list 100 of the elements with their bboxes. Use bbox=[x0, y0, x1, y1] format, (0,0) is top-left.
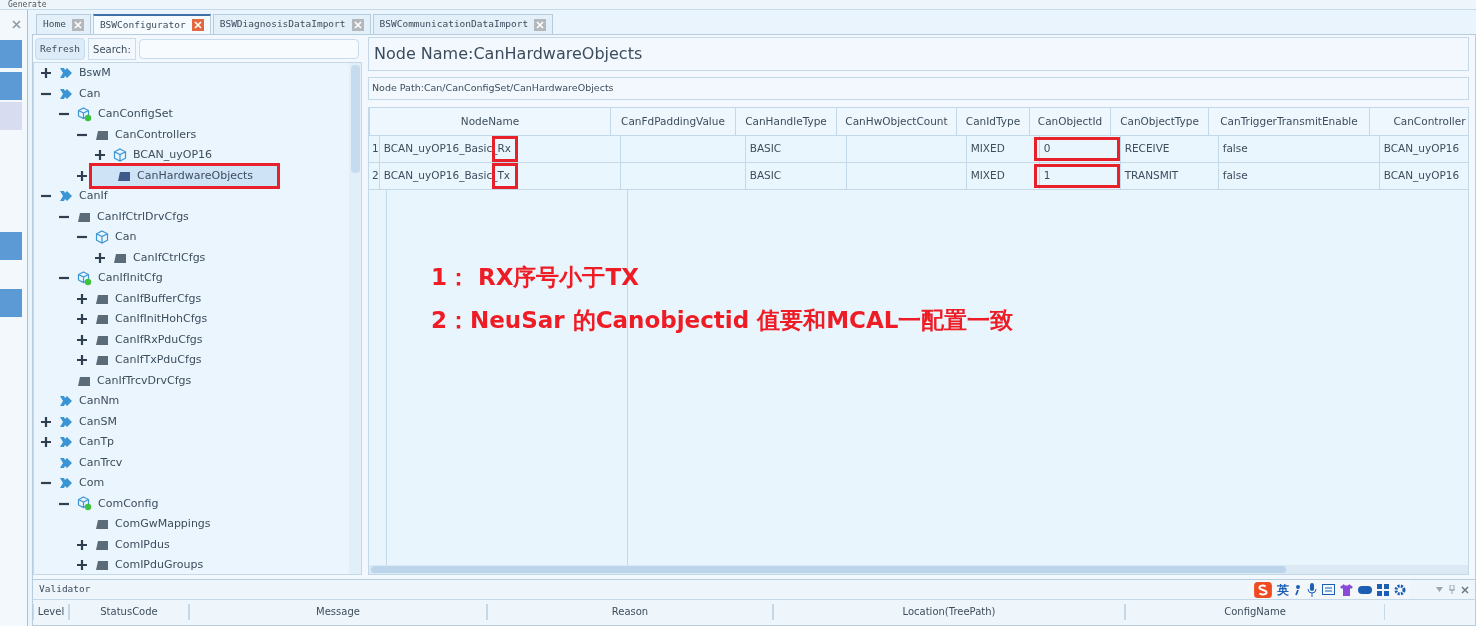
column-header[interactable]: NodeName bbox=[370, 108, 611, 135]
tree-item[interactable]: CanIf bbox=[56, 186, 116, 207]
tree-item[interactable]: CanIfTxPduCfgs bbox=[92, 350, 210, 371]
expand-icon[interactable] bbox=[77, 293, 87, 304]
scrollbar-thumb[interactable] bbox=[350, 65, 360, 173]
tree-item[interactable]: CanSM bbox=[56, 411, 125, 432]
tree-item[interactable]: ComConfig bbox=[74, 493, 167, 514]
table-cell: false bbox=[1222, 141, 1248, 157]
cube-check-icon bbox=[77, 270, 92, 286]
input-mode-label[interactable]: 英 bbox=[1277, 580, 1289, 599]
folder-icon bbox=[113, 251, 127, 264]
tree-item[interactable]: CanNm bbox=[56, 391, 128, 412]
tree-item[interactable]: CanHardwareObjects bbox=[92, 165, 277, 186]
close-icon[interactable] bbox=[1461, 585, 1469, 594]
tree-item[interactable]: Can bbox=[56, 83, 109, 104]
keyboard-icon[interactable] bbox=[1322, 584, 1335, 595]
column-header[interactable]: ConfigName bbox=[1125, 604, 1385, 620]
folder-icon bbox=[95, 518, 109, 531]
tree-item[interactable]: Com bbox=[56, 473, 113, 494]
column-header[interactable]: CanController bbox=[1370, 108, 1468, 135]
column-header[interactable]: CanFdPaddingValue bbox=[611, 108, 736, 135]
tree-item[interactable]: CanIfRxPduCfgs bbox=[92, 329, 211, 350]
column-header[interactable]: Message bbox=[189, 604, 487, 620]
cube-icon bbox=[95, 230, 109, 245]
row-number: 2 bbox=[369, 163, 380, 189]
column-header[interactable]: CanIdType bbox=[957, 108, 1030, 135]
table-cell: 1 bbox=[1043, 168, 1051, 184]
table-cell: MIXED bbox=[970, 168, 1005, 184]
table-cell: RECEIVE bbox=[1124, 141, 1170, 157]
close-icon[interactable] bbox=[191, 19, 204, 31]
expand-icon[interactable] bbox=[41, 416, 51, 427]
annotation-text: 1： RX序号小于TX bbox=[431, 263, 640, 292]
expand-icon[interactable] bbox=[77, 314, 87, 325]
tree-item[interactable]: Can bbox=[92, 227, 145, 248]
expand-icon[interactable] bbox=[77, 355, 87, 366]
column-header[interactable]: CanObjectId bbox=[1030, 108, 1111, 135]
tree-item[interactable]: CanIfCtrlCfgs bbox=[110, 247, 214, 268]
expand-icon[interactable] bbox=[41, 68, 51, 79]
expand-icon[interactable] bbox=[41, 437, 51, 448]
tree-item[interactable]: BCAN_uyOP16 bbox=[110, 145, 221, 166]
refresh-button[interactable]: Refresh bbox=[35, 38, 86, 60]
tree-item[interactable]: CanConfigSet bbox=[74, 104, 181, 125]
microphone-icon[interactable] bbox=[1307, 582, 1317, 597]
tab[interactable]: Home bbox=[36, 14, 91, 34]
panel-title: Validator bbox=[39, 582, 91, 597]
folder-icon bbox=[95, 559, 109, 572]
tree-item[interactable]: CanIfCtrlDrvCfgs bbox=[74, 206, 197, 227]
folder-icon bbox=[95, 313, 109, 326]
tree-item[interactable]: CanIfInitCfg bbox=[74, 268, 171, 289]
table-cell: BASIC bbox=[749, 168, 782, 184]
tree-item[interactable]: ComGwMappings bbox=[92, 514, 219, 535]
tree-item[interactable]: ComIPdus bbox=[92, 534, 178, 555]
punctuation-icon[interactable] bbox=[1294, 582, 1302, 597]
column-header[interactable]: Level bbox=[33, 604, 69, 620]
expand-icon[interactable] bbox=[77, 334, 87, 345]
tree-item[interactable]: CanIfBufferCfgs bbox=[92, 288, 210, 309]
node-path: Node Path:Can/CanConfigSet/CanHardwareObjects bbox=[372, 81, 614, 96]
column-header[interactable]: CanHwObjectCount bbox=[837, 108, 957, 135]
tree-item[interactable]: CanControllers bbox=[92, 124, 205, 145]
shirt-icon[interactable] bbox=[1340, 583, 1353, 596]
grid-icon[interactable] bbox=[1377, 583, 1389, 596]
folder-icon bbox=[95, 354, 109, 367]
tree-item[interactable]: ComIPduGroups bbox=[92, 555, 212, 574]
tab[interactable]: BSWDiagnosisDataImport bbox=[212, 14, 371, 34]
expand-icon[interactable] bbox=[95, 150, 105, 161]
tab[interactable]: BSWConfigurator bbox=[92, 14, 211, 34]
folder-icon bbox=[77, 374, 91, 387]
expand-icon[interactable] bbox=[95, 252, 105, 263]
row-number: 1 bbox=[369, 136, 380, 162]
folder-icon bbox=[95, 538, 109, 551]
column-header[interactable]: Reason bbox=[487, 604, 773, 620]
generate-button[interactable]: Generate bbox=[8, 0, 47, 9]
scrollbar-thumb[interactable] bbox=[371, 566, 1286, 573]
expand-icon[interactable] bbox=[77, 539, 87, 550]
node-name-title: Node Name:CanHardwareObjects bbox=[374, 43, 643, 65]
table-cell: 0 bbox=[1043, 141, 1051, 157]
tree-item[interactable]: CanIfInitHohCfgs bbox=[92, 309, 216, 330]
column-header[interactable]: CanHandleType bbox=[736, 108, 837, 135]
folder-icon bbox=[77, 210, 91, 223]
expand-icon[interactable] bbox=[77, 560, 87, 571]
column-header[interactable]: CanObjectType bbox=[1111, 108, 1209, 135]
close-icon[interactable] bbox=[12, 19, 21, 29]
tree-item[interactable]: CanIfTrcvDrvCfgs bbox=[74, 370, 200, 391]
tab[interactable]: BSWCommunicationDataImport bbox=[372, 14, 554, 34]
tree-item[interactable]: CanTrcv bbox=[56, 452, 131, 473]
table-cell: BASIC bbox=[749, 141, 782, 157]
tree-item[interactable]: CanTp bbox=[56, 432, 123, 453]
expand-icon[interactable] bbox=[77, 170, 87, 181]
column-header[interactable]: StatusCode bbox=[69, 604, 189, 620]
table-cell: TRANSMIT bbox=[1124, 168, 1179, 184]
table-cell: MIXED bbox=[970, 141, 1005, 157]
annotation-text: 2：NeuSar 的Canobjectid 值要和MCAL一配置一致 bbox=[431, 305, 1014, 335]
input-method-logo-icon[interactable] bbox=[1254, 581, 1272, 598]
tree-item[interactable]: BswM bbox=[56, 63, 119, 84]
column-header[interactable]: CanTriggerTransmitEnable bbox=[1209, 108, 1370, 135]
search-field[interactable] bbox=[138, 39, 359, 59]
column-header[interactable]: Location(TreePath) bbox=[773, 604, 1125, 620]
table-cell: false bbox=[1222, 168, 1248, 184]
cube-icon bbox=[113, 148, 127, 163]
search-label: Search: bbox=[88, 38, 136, 60]
